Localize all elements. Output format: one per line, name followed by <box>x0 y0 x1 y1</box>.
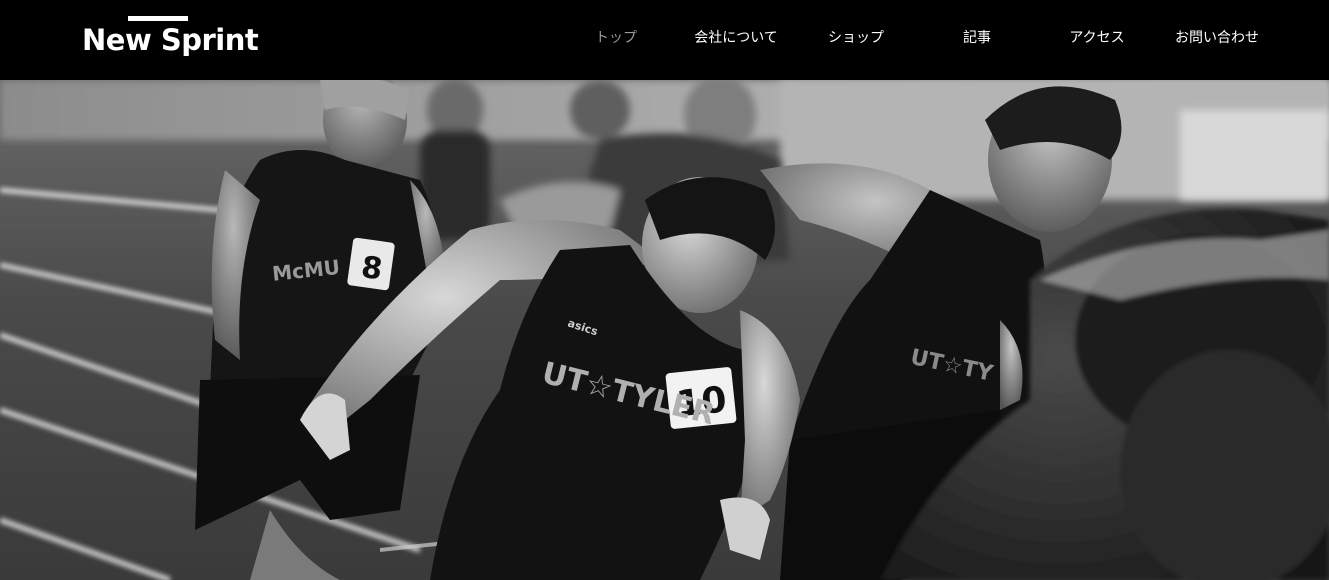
site-logo[interactable]: New Sprint <box>82 16 272 68</box>
nav-item-top[interactable]: トップ <box>556 28 676 48</box>
nav-item-access[interactable]: アクセス <box>1037 28 1157 48</box>
nav-item-articles[interactable]: 記事 <box>917 28 1037 48</box>
nav-item-shop[interactable]: ショップ <box>796 28 916 48</box>
logo-accent-bar <box>128 16 188 21</box>
nav-item-contact[interactable]: お問い合わせ <box>1157 28 1277 48</box>
site-header: New Sprint トップ 会社について ショップ 記事 アクセス お問い合わ… <box>0 0 1329 80</box>
logo-text: New Sprint <box>82 23 259 57</box>
sprinters-photo: 8 McMU UT☆TY 10 UT☆TYLER asics <box>0 80 1329 580</box>
nav-item-about[interactable]: 会社について <box>676 28 796 48</box>
hero-image: 8 McMU UT☆TY 10 UT☆TYLER asics <box>0 80 1329 580</box>
